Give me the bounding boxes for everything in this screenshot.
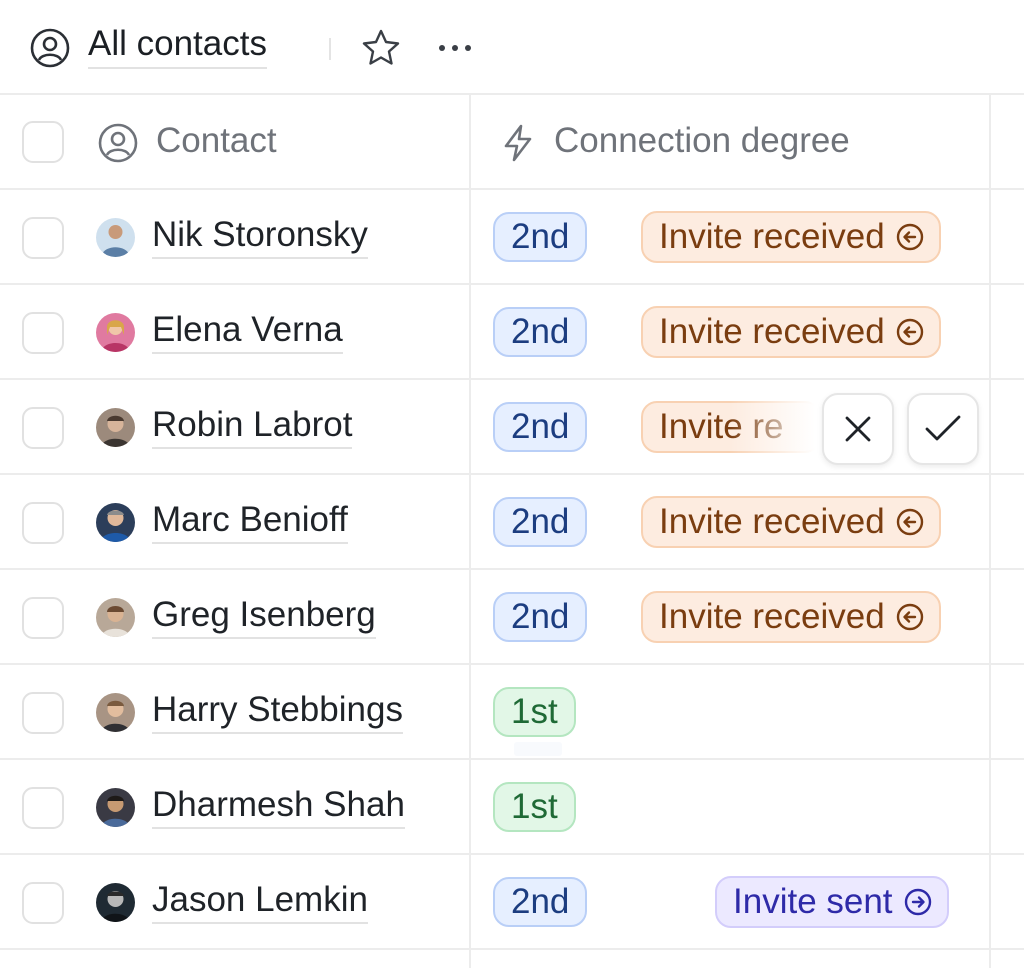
degree-badge: 2nd	[493, 402, 588, 452]
row-checkbox[interactable]	[22, 312, 64, 354]
table-row[interactable]: Jason Lemkin 2nd Invite sent	[0, 855, 1024, 950]
arrow-left-circle-icon	[896, 223, 923, 251]
header-divider	[329, 38, 331, 60]
contact-name[interactable]: Robin Labrot	[152, 405, 353, 449]
check-icon	[925, 415, 961, 441]
accept-invite-button[interactable]	[907, 393, 979, 465]
more-horizontal-icon[interactable]	[436, 30, 474, 66]
contact-name[interactable]: Nik Storonsky	[152, 215, 368, 259]
row-checkbox[interactable]	[22, 787, 64, 829]
view-title[interactable]: All contacts	[88, 24, 267, 69]
avatar	[96, 313, 135, 352]
view-header: All contacts	[0, 0, 1024, 95]
table-row[interactable]: Nik Storonsky 2nd Invite received	[0, 190, 1024, 285]
table-row[interactable]: Greg Isenberg 2nd Invite received	[0, 570, 1024, 665]
table-row[interactable]: Elena Verna 2nd Invite received	[0, 285, 1024, 380]
close-icon	[845, 416, 871, 442]
invite-status-label: Invite received	[659, 217, 885, 256]
contact-name[interactable]: Harry Stebbings	[152, 690, 403, 734]
degree-badge: 2nd	[493, 307, 588, 357]
avatar	[96, 883, 135, 922]
table-row[interactable]: Dharmesh Shah 1st	[0, 760, 1024, 855]
arrow-left-circle-icon	[896, 318, 923, 346]
invite-status-label: Invite received	[659, 312, 885, 351]
row-checkbox[interactable]	[22, 407, 64, 449]
invite-status-badge[interactable]: Invite received	[641, 306, 941, 358]
degree-badge: 1st	[493, 782, 576, 832]
status-fade-overlay	[730, 399, 830, 455]
degree-badge: 1st	[493, 687, 576, 737]
contact-name[interactable]: Elena Verna	[152, 310, 343, 354]
contact-name[interactable]: Dharmesh Shah	[152, 785, 405, 829]
avatar	[96, 408, 135, 447]
degree-badge: 2nd	[493, 877, 588, 927]
row-checkbox[interactable]	[22, 502, 64, 544]
table-row[interactable]: Harry Stebbings 1st	[0, 665, 1024, 760]
row-checkbox[interactable]	[22, 692, 64, 734]
user-circle-icon	[30, 28, 70, 68]
select-all-checkbox[interactable]	[22, 121, 64, 163]
table-header-row: Contact Connection degree	[0, 95, 1024, 190]
decline-invite-button[interactable]	[822, 393, 894, 465]
avatar	[96, 218, 135, 257]
star-icon[interactable]	[361, 28, 401, 68]
avatar	[96, 693, 135, 732]
row-checkbox[interactable]	[22, 217, 64, 259]
table-row[interactable]: Marc Benioff 2nd Invite received	[0, 475, 1024, 570]
column-header-contact[interactable]: Contact	[156, 121, 277, 161]
contact-name[interactable]: Jason Lemkin	[152, 880, 368, 924]
row-checkbox[interactable]	[22, 882, 64, 924]
arrow-left-circle-icon	[896, 603, 923, 631]
arrow-right-circle-icon	[904, 888, 931, 916]
user-circle-icon	[98, 123, 138, 163]
contact-name[interactable]: Greg Isenberg	[152, 595, 376, 639]
invite-status-label: Invite received	[659, 597, 885, 636]
degree-badge: 2nd	[493, 497, 588, 547]
avatar	[96, 788, 135, 827]
column-header-connection-degree[interactable]: Connection degree	[554, 121, 850, 161]
drag-ghost	[514, 742, 562, 756]
lightning-icon	[504, 124, 532, 162]
invite-status-badge[interactable]: Invite sent	[715, 876, 949, 928]
invite-status-label: Invite received	[659, 502, 885, 541]
row-checkbox[interactable]	[22, 597, 64, 639]
table-row[interactable]: Robin Labrot 2nd Invite re	[0, 380, 1024, 475]
degree-badge: 2nd	[493, 212, 588, 262]
arrow-left-circle-icon	[896, 508, 923, 536]
invite-status-badge[interactable]: Invite received	[641, 496, 941, 548]
invite-status-label: Invite sent	[733, 882, 893, 921]
avatar	[96, 503, 135, 542]
invite-status-badge[interactable]: Invite received	[641, 211, 941, 263]
invite-status-badge[interactable]: Invite received	[641, 591, 941, 643]
avatar	[96, 598, 135, 637]
contact-name[interactable]: Marc Benioff	[152, 500, 348, 544]
degree-badge: 2nd	[493, 592, 588, 642]
